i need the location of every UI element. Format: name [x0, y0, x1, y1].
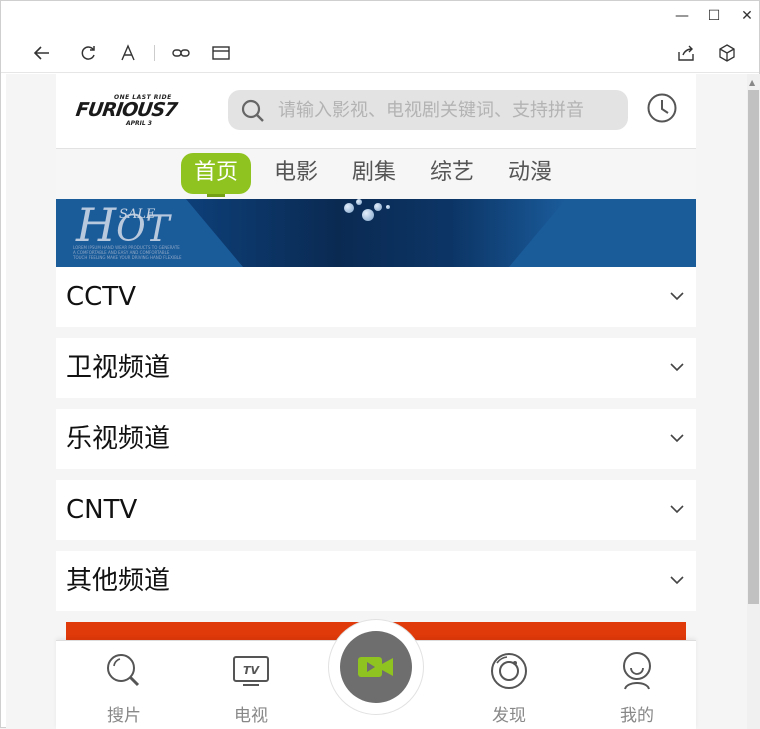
back-button[interactable] [28, 39, 56, 67]
chevron-down-icon [670, 363, 684, 372]
banner-bubble [386, 205, 390, 209]
category-row-cctv[interactable]: CCTV [56, 267, 696, 327]
banner-bubble [356, 199, 362, 205]
tv-icon: TV [233, 656, 269, 686]
tab-movies[interactable]: 电影 [261, 153, 331, 193]
minimize-button[interactable]: — [667, 5, 697, 27]
share-button[interactable] [672, 39, 700, 67]
category-row-cntv[interactable]: CNTV [56, 480, 696, 540]
search-film-icon [107, 654, 140, 687]
nav-search-film[interactable]: 搜片 [84, 647, 164, 727]
share-icon [678, 45, 694, 61]
window-icon [212, 46, 230, 60]
scroll-up-arrow[interactable]: ▲ [749, 78, 755, 87]
furious7-logo[interactable]: ONE LAST RIDE FURIOUS7 APRIL 3 [74, 90, 216, 130]
tab-anime[interactable]: 动漫 [495, 153, 565, 193]
video-camera-icon [358, 657, 393, 677]
toolbar-separator [154, 45, 155, 61]
link-button[interactable] [167, 39, 195, 67]
profile-icon [623, 652, 651, 690]
category-row-satellite[interactable]: 卫视频道 [56, 338, 696, 398]
search-input[interactable] [278, 90, 623, 130]
category-tabs: 首页 电影 剧集 综艺 动漫 [56, 148, 696, 199]
window-button[interactable] [207, 39, 235, 67]
banner-fine-print: LOREM IPSUM HAND WEAR PRODUCTS TO GENERA… [73, 245, 182, 260]
category-label: 乐视频道 [66, 424, 171, 454]
page-content: ONE LAST RIDE FURIOUS7 APRIL 3 首页 电影 剧集 … [6, 74, 747, 729]
vertical-scrollbar[interactable]: ▲ [747, 74, 760, 729]
logo-title: FURIOUS7 [74, 99, 179, 121]
banner-bubble [362, 209, 374, 221]
package-icon [719, 44, 735, 62]
tab-series[interactable]: 剧集 [339, 153, 409, 193]
title-bar: — ☐ ✕ [1, 1, 759, 31]
chevron-down-icon [670, 292, 684, 301]
banner-bubble [344, 203, 354, 213]
center-video-inner [340, 631, 412, 703]
nav-label: 发现 [492, 706, 526, 726]
category-label: 其他频道 [66, 566, 171, 596]
svg-text:TV: TV [243, 664, 261, 677]
category-label: 卫视频道 [66, 353, 171, 383]
refresh-button[interactable] [74, 39, 102, 67]
promo-banner[interactable]: HOT SALE LOREM IPSUM HAND WEAR PRODUCTS … [56, 199, 696, 267]
nav-label: 电视 [234, 706, 268, 726]
nav-discover[interactable]: 发现 [469, 647, 549, 727]
banner-sale-text: SALE [119, 207, 156, 222]
site-header: ONE LAST RIDE FURIOUS7 APRIL 3 [56, 74, 696, 148]
browser-window: — ☐ ✕ ONE LAST RIDE FURIOUS7 APRIL 3 请输入… [0, 0, 760, 729]
scroll-thumb[interactable] [748, 90, 759, 604]
category-label: CCTV [66, 282, 136, 312]
font-icon [121, 44, 135, 61]
font-button[interactable] [114, 39, 142, 67]
search-icon [241, 99, 264, 122]
chevron-down-icon [670, 576, 684, 585]
chevron-down-icon [670, 505, 684, 514]
center-video-button[interactable] [328, 619, 424, 715]
package-button[interactable] [713, 39, 741, 67]
close-button[interactable]: ✕ [732, 5, 760, 27]
logo-date: APRIL 3 [126, 120, 152, 127]
tab-home[interactable]: 首页 [181, 153, 252, 197]
bottom-navigation: 搜片 TV 电视 发现 我的 [56, 619, 696, 729]
back-icon [33, 46, 49, 60]
category-label: CNTV [66, 495, 138, 525]
browser-toolbar [1, 33, 759, 73]
tab-variety[interactable]: 综艺 [417, 153, 487, 193]
maximize-button[interactable]: ☐ [699, 5, 729, 27]
nav-label: 搜片 [107, 706, 141, 726]
nav-label: 我的 [620, 706, 654, 726]
category-row-other[interactable]: 其他频道 [56, 551, 696, 611]
search-box[interactable] [228, 90, 628, 130]
link-icon [172, 49, 190, 57]
history-clock-icon[interactable] [646, 92, 678, 124]
discover-icon [491, 653, 527, 689]
banner-bubble [374, 203, 382, 211]
nav-tv[interactable]: TV 电视 [211, 647, 291, 727]
chevron-down-icon [670, 434, 684, 443]
category-row-letv[interactable]: 乐视频道 [56, 409, 696, 469]
nav-profile[interactable]: 我的 [597, 647, 677, 727]
refresh-icon [81, 46, 95, 60]
